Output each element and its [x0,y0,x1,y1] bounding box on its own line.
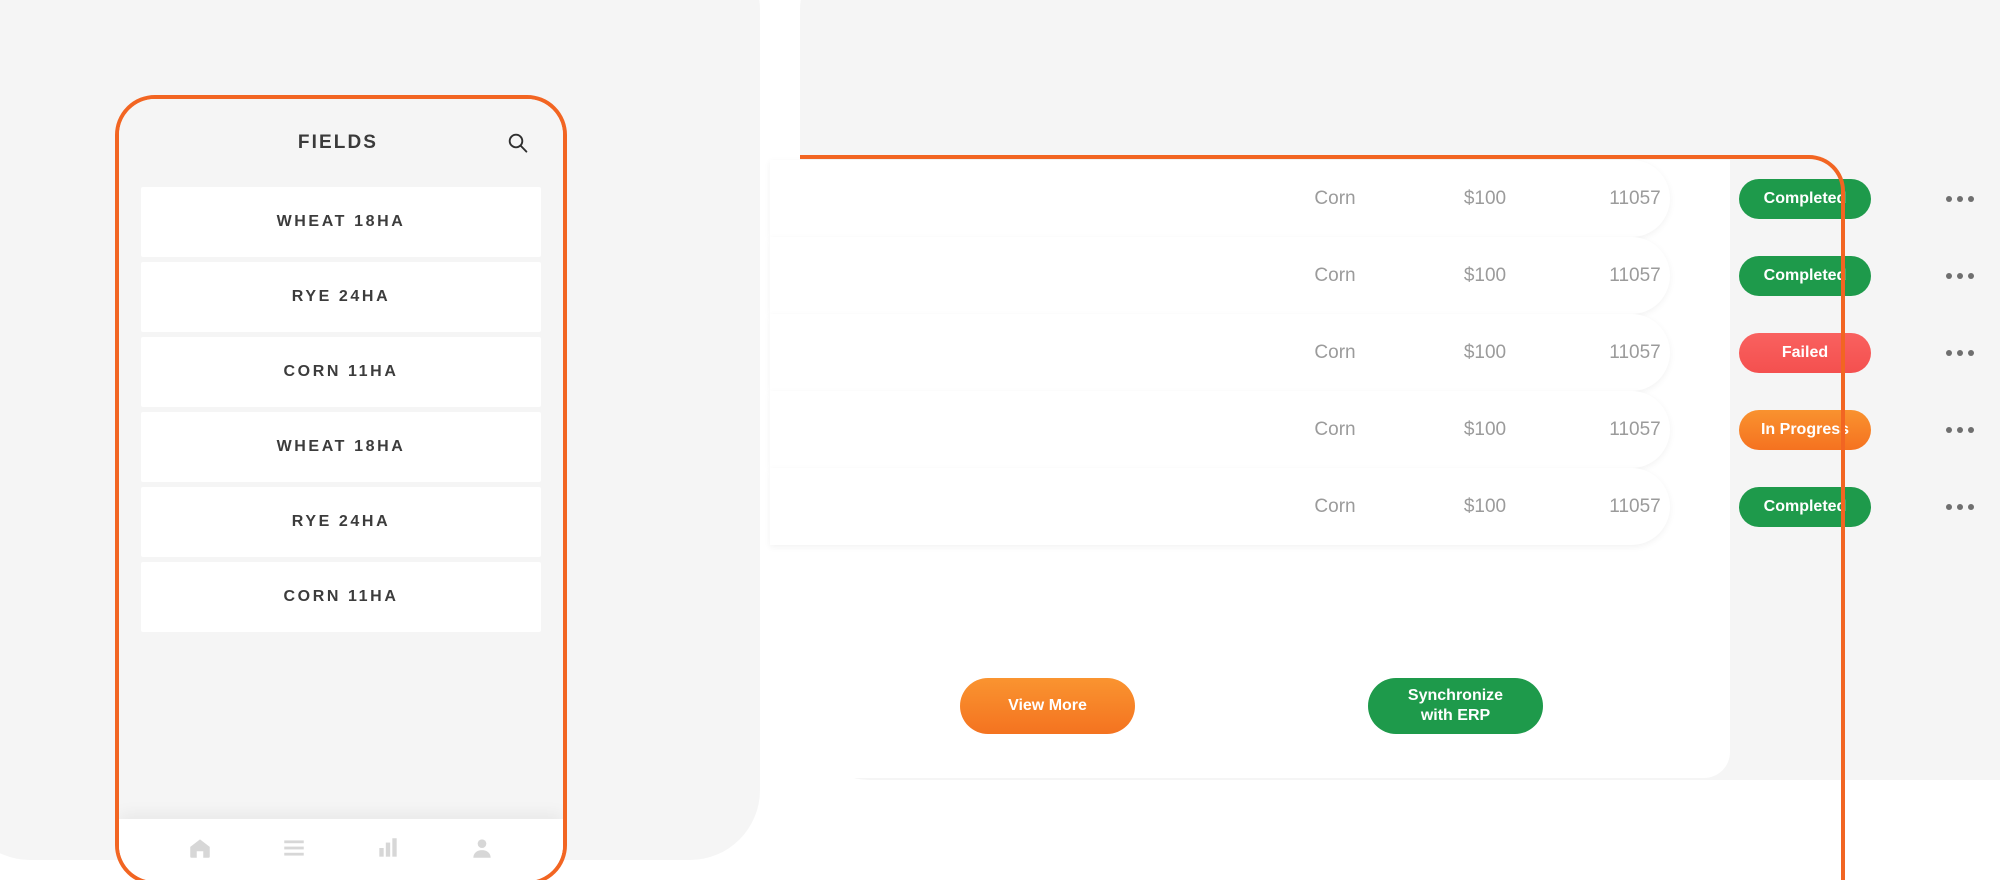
showcase-stage: FIELDS WHEAT 18HA RYE 24HA CORN 11HA WHE… [0,0,2000,880]
cell-code: 11057 [1609,187,1661,209]
chart-icon[interactable] [375,835,401,861]
status-badge-cell: Failed [1710,332,1900,373]
row-menu-cell [1900,272,2000,279]
table-row-wrapper: Corn $100 11057 In Progress [770,391,1974,468]
more-options-icon[interactable] [1946,195,1974,202]
sync-erp-label-line2: with ERP [1420,707,1491,724]
phone-screen: FIELDS WHEAT 18HA RYE 24HA CORN 11HA WHE… [119,99,563,880]
field-label: CORN 11HA [283,363,399,380]
row-menu-cell [1900,503,2000,510]
mobile-showcase-card: FIELDS WHEAT 18HA RYE 24HA CORN 11HA WHE… [0,0,760,880]
status-badge: Completed [1739,486,1871,527]
page-title: FIELDS [297,132,379,153]
row-menu-cell [1900,195,2000,202]
home-icon[interactable] [187,835,213,861]
status-badge: Failed [1739,332,1871,373]
list-icon[interactable] [281,835,307,861]
phone-mockup: FIELDS WHEAT 18HA RYE 24HA CORN 11HA WHE… [115,95,567,880]
cell-crop: Corn [1314,495,1356,517]
field-label: RYE 24HA [291,288,391,305]
table-row-wrapper: Corn $100 11057 Completed [770,160,1974,237]
field-label: RYE 24HA [291,513,391,530]
cell-code: 11057 [1609,341,1661,363]
table-row[interactable]: Corn $100 11057 Failed [770,314,1974,391]
list-item[interactable]: CORN 11HA [141,562,541,632]
cell-price: $100 [1463,187,1507,209]
sync-erp-button[interactable]: Synchronize with ERP [1368,678,1543,734]
status-badge-cell: In Progress [1710,409,1900,450]
cell-price: $100 [1463,495,1507,517]
cell-price: $100 [1463,264,1507,286]
cell-price: $100 [1463,341,1507,363]
cell-crop: Corn [1314,341,1356,363]
view-more-button[interactable]: View More [960,678,1135,734]
orders-table: Corn $100 11057 Completed Corn $100 1105… [770,160,1974,545]
row-menu-cell [1900,349,2000,356]
sync-erp-label-line1: Synchronize [1407,687,1504,704]
more-options-icon[interactable] [1946,503,1974,510]
cell-crop: Corn [1314,418,1356,440]
cell-price: $100 [1463,418,1507,440]
list-item[interactable]: RYE 24HA [141,262,541,332]
fields-list: WHEAT 18HA RYE 24HA CORN 11HA WHEAT 18HA… [119,187,563,819]
row-menu-cell [1900,426,2000,433]
more-options-icon[interactable] [1946,426,1974,433]
status-badge: Completed [1739,255,1871,296]
status-badge-cell: Completed [1710,178,1900,219]
list-item[interactable]: CORN 11HA [141,337,541,407]
status-badge-cell: Completed [1710,255,1900,296]
field-label: CORN 11HA [283,588,399,605]
table-row[interactable]: Corn $100 11057 In Progress [770,391,1974,468]
table-row-wrapper: Corn $100 11057 Completed [770,237,1974,314]
field-label: WHEAT 18HA [276,438,406,455]
mobile-header: FIELDS [119,99,563,187]
cell-code: 11057 [1609,495,1661,517]
mobile-bottom-nav [119,819,563,880]
table-row-wrapper: Corn $100 11057 Failed [770,314,1974,391]
table-row[interactable]: Corn $100 11057 Completed [770,468,1974,545]
search-icon[interactable] [503,128,533,158]
table-row[interactable]: Corn $100 11057 Completed [770,160,1974,237]
status-badge-cell: Completed [1710,486,1900,527]
more-options-icon[interactable] [1946,349,1974,356]
cell-crop: Corn [1314,264,1356,286]
more-options-icon[interactable] [1946,272,1974,279]
status-badge: In Progress [1738,409,1872,450]
cell-crop: Corn [1314,187,1356,209]
field-label: WHEAT 18HA [276,213,406,230]
cell-code: 11057 [1609,264,1661,286]
table-row[interactable]: Corn $100 11057 Completed [770,237,1974,314]
table-actions: View More Synchronize with ERP [800,660,1730,778]
list-item[interactable]: WHEAT 18HA [141,187,541,257]
list-item[interactable]: RYE 24HA [141,487,541,557]
table-row-wrapper: Corn $100 11057 Completed [770,468,1974,545]
orders-table-card: Corn $100 11057 Completed Corn $100 1105… [770,160,1974,778]
list-item[interactable]: WHEAT 18HA [141,412,541,482]
profile-icon[interactable] [469,835,495,861]
status-badge: Completed [1739,178,1871,219]
cell-code: 11057 [1609,418,1661,440]
